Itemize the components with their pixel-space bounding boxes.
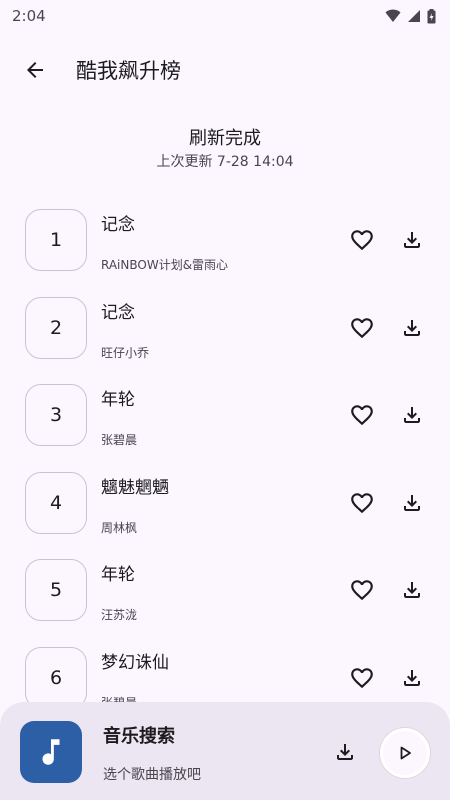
like-button[interactable]	[342, 395, 382, 435]
heart-outline-icon	[351, 667, 373, 688]
rank-badge: 3	[25, 384, 87, 446]
rank-badge: 4	[25, 471, 87, 534]
song-row[interactable]: 5 年轮 汪苏泷	[0, 546, 450, 634]
download-button[interactable]	[392, 570, 432, 610]
song-artist: 张碧晨	[101, 433, 138, 447]
song-title: 年轮	[101, 390, 135, 410]
heart-outline-icon	[351, 492, 373, 513]
download-button[interactable]	[392, 483, 432, 523]
app-bar: 酷我飙升榜	[0, 40, 450, 100]
song-title: 梦幻诛仙	[101, 652, 169, 673]
song-row[interactable]: 4 魑魅魍魉 周林枫	[0, 459, 450, 547]
song-artist: 汪苏泷	[101, 608, 138, 622]
play-icon	[400, 746, 411, 760]
song-list[interactable]: 1 记念 RAiNBOW计划&雷雨心 2 记念 旺仔小乔 3 年轮 张碧晨 4 …	[0, 196, 450, 702]
rank-badge: 6	[25, 646, 87, 702]
download-icon	[404, 494, 420, 511]
heart-outline-icon	[351, 580, 373, 601]
song-artist: RAiNBOW计划&雷雨心	[101, 258, 229, 272]
download-icon	[337, 744, 353, 760]
song-title: 魑魅魍魉	[101, 477, 169, 498]
player-download-button[interactable]	[325, 732, 365, 772]
last-update-time: 上次更新 7-28 14:04	[156, 154, 294, 170]
arrow-left-icon	[27, 62, 43, 78]
like-button[interactable]	[342, 658, 382, 698]
status-bar: 2:04	[0, 0, 450, 32]
like-button[interactable]	[342, 483, 382, 523]
song-artist: 周林枫	[101, 520, 138, 535]
song-title: 记念	[101, 215, 135, 235]
rank-badge: 1	[25, 209, 87, 271]
download-icon	[404, 669, 420, 686]
back-button[interactable]	[11, 46, 59, 94]
page-title: 酷我飙升榜	[76, 59, 181, 83]
download-icon	[404, 582, 420, 598]
signal-icon	[408, 10, 420, 22]
download-icon	[404, 407, 420, 423]
download-button[interactable]	[392, 308, 432, 348]
status-icons	[385, 8, 436, 24]
download-button[interactable]	[392, 220, 432, 260]
status-time: 2:04	[12, 7, 46, 25]
rank-badge: 5	[25, 559, 87, 621]
heart-outline-icon	[351, 317, 373, 338]
song-artist: 旺仔小乔	[101, 345, 150, 360]
song-artist: 张碧晨	[101, 694, 137, 703]
like-button[interactable]	[342, 220, 382, 260]
mini-player[interactable]: 音乐搜索 选个歌曲播放吧	[0, 702, 450, 800]
album-art[interactable]	[20, 721, 82, 783]
wifi-icon	[385, 9, 401, 22]
song-title: 记念	[101, 302, 135, 323]
refresh-header: 刷新完成 上次更新 7-28 14:04	[0, 126, 450, 172]
song-title: 年轮	[101, 565, 135, 585]
song-row[interactable]: 3 年轮 张碧晨	[0, 371, 450, 459]
player-title: 音乐搜索	[103, 726, 175, 747]
like-button[interactable]	[342, 570, 382, 610]
refresh-status: 刷新完成	[189, 128, 261, 149]
download-icon	[404, 232, 420, 248]
song-row[interactable]: 2 记念 旺仔小乔	[0, 284, 450, 372]
download-button[interactable]	[392, 658, 432, 698]
heart-outline-icon	[351, 405, 373, 426]
battery-icon	[427, 8, 436, 23]
download-icon	[404, 319, 420, 336]
music-note-icon	[42, 739, 60, 765]
song-row[interactable]: 6 梦幻诛仙 张碧晨	[0, 634, 450, 703]
rank-badge: 2	[25, 296, 87, 359]
heart-outline-icon	[351, 230, 373, 251]
download-button[interactable]	[392, 395, 432, 435]
song-row[interactable]: 1 记念 RAiNBOW计划&雷雨心	[0, 196, 450, 284]
like-button[interactable]	[342, 308, 382, 348]
player-subtitle: 选个歌曲播放吧	[103, 767, 201, 783]
play-button[interactable]	[380, 728, 430, 778]
